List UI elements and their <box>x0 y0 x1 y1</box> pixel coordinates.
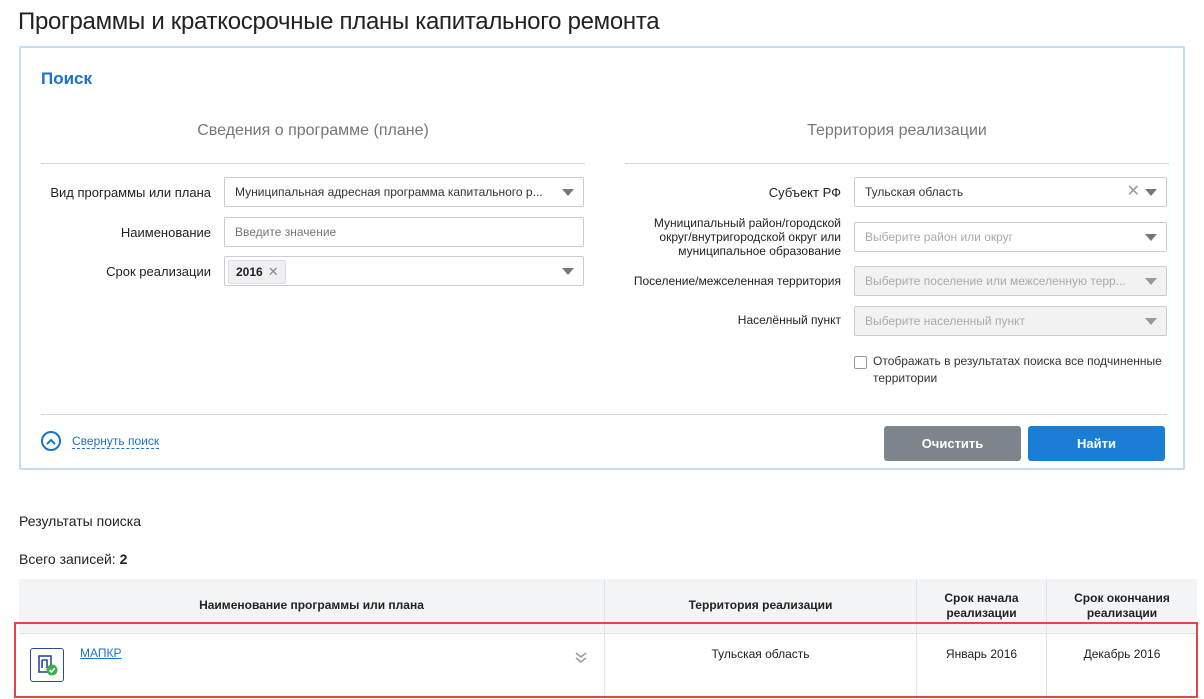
subject-value: Тульская область <box>865 185 964 199</box>
left-divider <box>41 163 585 164</box>
district-label: Муниципальный район/городской округ/внут… <box>625 216 841 258</box>
chevron-down-icon <box>1145 318 1157 325</box>
column-header-text: Срок начала <box>944 591 1019 605</box>
settlement-placeholder: Выберите поселение или межселенную терр.… <box>865 274 1126 288</box>
program-type-label: Вид программы или плана <box>50 185 211 200</box>
settlement-label: Поселение/межселенная территория <box>633 274 841 288</box>
territory-section-title: Территория реализации <box>807 122 987 139</box>
subject-select[interactable]: Тульская область ✕ <box>854 177 1167 207</box>
locality-select[interactable]: Выберите населенный пункт <box>854 306 1167 336</box>
bottom-divider <box>41 414 1167 415</box>
column-header-text: Наименование программы или плана <box>199 598 424 612</box>
term-label: Срок реализации <box>106 264 211 279</box>
program-type-value: Муниципальная адресная программа капитал… <box>235 185 543 199</box>
page-title: Программы и краткосрочные планы капиталь… <box>18 8 660 35</box>
term-chip: 2016 ✕ <box>228 260 286 284</box>
subordinate-label-line: Отображать в результатах поиска все подч… <box>873 354 1162 368</box>
subordinate-checkbox[interactable] <box>854 356 867 369</box>
district-placeholder: Выберите район или округ <box>865 230 1014 244</box>
find-button[interactable]: Найти <box>1028 426 1165 461</box>
chevron-down-icon <box>1145 278 1157 285</box>
collapse-search-link[interactable]: Свернуть поиск <box>72 434 160 449</box>
chevron-down-icon <box>562 189 574 196</box>
chevron-up-circle-icon[interactable] <box>41 431 61 451</box>
subordinate-label-line: территории <box>873 371 938 385</box>
program-section-title: Сведения о программе (плане) <box>197 122 429 139</box>
district-label-line: Муниципальный район/городской <box>653 216 841 230</box>
total-label: Всего записей: <box>19 551 116 567</box>
chevron-down-icon <box>1145 189 1157 196</box>
column-header-text: реализации <box>946 606 1017 620</box>
results-title: Результаты поиска <box>19 513 142 529</box>
column-header-text: Срок окончания <box>1074 591 1170 605</box>
collapse-search[interactable]: Свернуть поиск <box>41 431 160 451</box>
subordinate-label: Отображать в результатах поиска все подч… <box>873 353 1162 387</box>
right-divider <box>625 163 1169 164</box>
locality-placeholder: Выберите населенный пункт <box>865 314 1025 328</box>
row-highlight-frame <box>14 622 1198 698</box>
chip-remove-icon[interactable]: ✕ <box>268 261 279 283</box>
name-label: Наименование <box>120 225 211 240</box>
locality-label: Населённый пункт <box>737 313 841 327</box>
settlement-select[interactable]: Выберите поселение или межселенную терр.… <box>854 266 1167 296</box>
term-chip-label: 2016 <box>236 265 263 279</box>
column-header-text: реализации <box>1086 606 1158 620</box>
search-title: Поиск <box>41 69 93 88</box>
district-select[interactable]: Выберите район или округ <box>854 222 1167 252</box>
clear-button[interactable]: Очистить <box>884 426 1021 461</box>
search-panel: Поиск Сведения о программе (плане) Терри… <box>19 46 1185 470</box>
subject-label: Субъект РФ <box>768 185 841 200</box>
program-type-select[interactable]: Муниципальная адресная программа капитал… <box>224 177 584 207</box>
total-records: Всего записей: 2 <box>19 551 127 567</box>
chevron-down-icon <box>562 268 574 275</box>
term-select[interactable]: 2016 ✕ <box>224 256 584 286</box>
total-value: 2 <box>119 551 128 567</box>
name-input[interactable] <box>224 217 584 247</box>
column-header-text: Территория реализации <box>688 598 833 612</box>
chevron-down-icon <box>1145 234 1157 241</box>
district-label-line: муниципальное образование <box>678 244 841 258</box>
clear-icon[interactable]: ✕ <box>1127 183 1140 201</box>
district-label-line: округ/внутригородской округ или <box>659 230 841 244</box>
